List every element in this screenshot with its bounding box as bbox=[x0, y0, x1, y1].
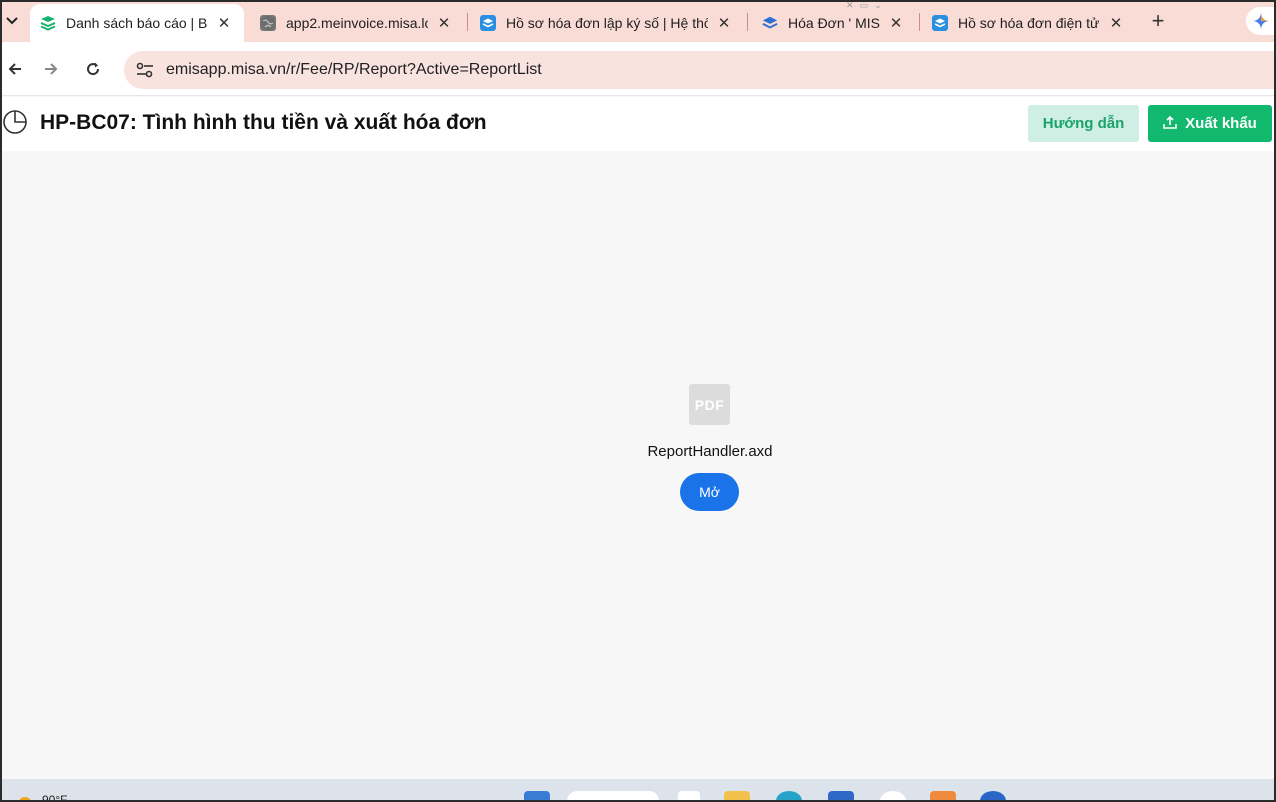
close-tab-icon[interactable]: ✕ bbox=[714, 13, 734, 33]
chrome-icon[interactable] bbox=[880, 791, 906, 802]
misa-blue-icon bbox=[762, 15, 778, 31]
tab-separator bbox=[747, 13, 748, 31]
reload-icon[interactable] bbox=[78, 54, 108, 84]
restore-window-icon[interactable]: ▭ bbox=[860, 0, 869, 10]
address-bar[interactable]: emisapp.misa.vn/r/Fee/RP/Report?Active=R… bbox=[124, 51, 1274, 89]
taskbar-search-box[interactable] bbox=[567, 791, 659, 802]
export-label: Xuất khẩu bbox=[1185, 115, 1257, 132]
weather-widget[interactable]: 90°F bbox=[18, 789, 67, 802]
forward-arrow-icon[interactable] bbox=[36, 54, 66, 84]
outlook-icon[interactable] bbox=[828, 791, 854, 802]
close-tab-icon[interactable]: ✕ bbox=[214, 13, 234, 33]
close-tab-icon[interactable]: ✕ bbox=[434, 13, 454, 33]
back-arrow-icon[interactable] bbox=[0, 54, 30, 84]
window-controls: ✕ ▭ ⌄ bbox=[846, 0, 900, 10]
task-view-icon[interactable] bbox=[678, 791, 700, 802]
tab-title: app2.meinvoice.misa.lo bbox=[286, 15, 428, 31]
export-button[interactable]: Xuất khẩu bbox=[1148, 105, 1272, 142]
misa-blue-icon bbox=[480, 15, 496, 31]
new-tab-plus-icon[interactable]: + bbox=[1146, 8, 1170, 34]
weather-temperature: 90°F bbox=[42, 793, 68, 802]
tab-app2-meinvoice[interactable]: app2.meinvoice.misa.lo ✕ bbox=[250, 4, 464, 42]
tab-ho-so-hoa-don-lap-ky-so[interactable]: Hồ sơ hóa đơn lập ký số | Hệ thố ✕ bbox=[470, 4, 744, 42]
report-viewer: PDF ReportHandler.axd Mở bbox=[0, 151, 1276, 779]
open-file-button[interactable]: Mở bbox=[680, 473, 739, 511]
app-icon[interactable] bbox=[930, 791, 956, 802]
close-window-icon[interactable]: ✕ bbox=[846, 0, 854, 10]
page-title: HP-BC07: Tình hình thu tiền và xuất hóa … bbox=[40, 111, 487, 134]
tab-title: Hóa Đơn ' MISA bbox=[788, 15, 880, 31]
start-windows-icon[interactable] bbox=[524, 791, 550, 802]
browser-toolbar: emisapp.misa.vn/r/Fee/RP/Report?Active=R… bbox=[0, 42, 1276, 96]
tab-title: Hồ sơ hóa đơn lập ký số | Hệ thố bbox=[506, 15, 708, 31]
tab-search-chevron-icon[interactable] bbox=[0, 6, 24, 36]
tab-title: Danh sách báo cáo | Ba bbox=[66, 15, 208, 31]
app-icon[interactable] bbox=[980, 791, 1006, 802]
tab-separator bbox=[467, 13, 468, 31]
site-settings-icon[interactable] bbox=[134, 59, 156, 81]
gemini-sparkle-icon[interactable] bbox=[1246, 7, 1276, 35]
misa-green-icon bbox=[40, 15, 56, 31]
tab-strip: Danh sách báo cáo | Ba ✕ app2.meinvoice.… bbox=[0, 0, 1276, 42]
report-header: HP-BC07: Tình hình thu tiền và xuất hóa … bbox=[0, 97, 1276, 151]
file-explorer-icon[interactable] bbox=[724, 791, 750, 802]
guide-button[interactable]: Hướng dẫn bbox=[1028, 105, 1139, 142]
edge-browser-icon[interactable] bbox=[776, 791, 802, 802]
close-tab-icon[interactable]: ✕ bbox=[886, 13, 906, 33]
chevron-down-icon[interactable]: ⌄ bbox=[874, 0, 882, 10]
sun-icon bbox=[18, 797, 32, 802]
pie-chart-icon bbox=[2, 109, 28, 135]
pdf-file-icon: PDF bbox=[689, 384, 730, 425]
upload-icon bbox=[1163, 115, 1177, 133]
misa-blue-icon bbox=[932, 15, 948, 31]
tab-title: Hồ sơ hóa đơn điện tử bbox=[958, 15, 1100, 31]
globe-icon bbox=[260, 15, 276, 31]
os-taskbar: 90°F bbox=[0, 779, 1276, 802]
tab-separator bbox=[919, 13, 920, 31]
url-text: emisapp.misa.vn/r/Fee/RP/Report?Active=R… bbox=[166, 61, 542, 78]
tab-ho-so-hoa-don-dien-tu[interactable]: Hồ sơ hóa đơn điện tử ✕ bbox=[922, 4, 1136, 42]
download-filename: ReportHandler.axd bbox=[647, 443, 773, 460]
tab-danh-sach-bao-cao[interactable]: Danh sách báo cáo | Ba ✕ bbox=[30, 4, 244, 42]
close-tab-icon[interactable]: ✕ bbox=[1106, 13, 1126, 33]
